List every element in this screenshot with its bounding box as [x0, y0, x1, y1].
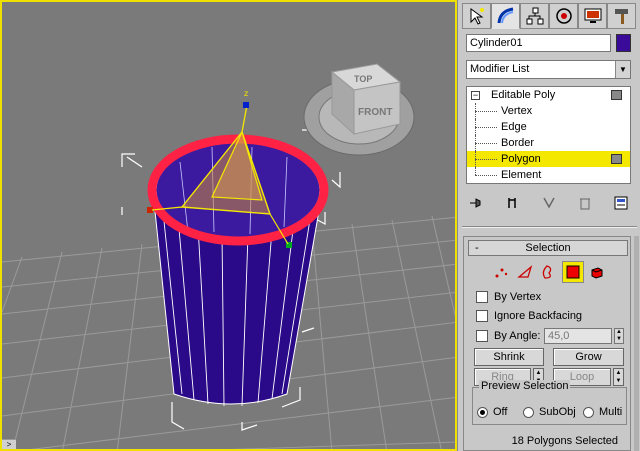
display-monitor-icon	[584, 8, 601, 23]
element-level-button[interactable]	[586, 261, 608, 283]
edge-level-button[interactable]	[514, 261, 536, 283]
pointer-star-icon	[470, 8, 484, 25]
modify-arc-icon	[497, 7, 513, 24]
polygon-icon	[566, 265, 580, 279]
checkbox-label: Ignore Backfacing	[494, 310, 583, 322]
vertex-level-button[interactable]	[490, 261, 512, 283]
subobject-level-buttons	[490, 261, 610, 283]
radio-label: SubObj	[539, 406, 576, 418]
remove-modifier-button[interactable]	[575, 193, 595, 213]
selection-rollout: - Selection By Vertex Ignore Backfacing …	[463, 236, 631, 451]
stack-item-vertex[interactable]: Vertex	[467, 103, 630, 119]
command-panel-tabs	[462, 3, 638, 29]
stack-item-label: Element	[501, 169, 542, 181]
polygon-level-button[interactable]	[562, 261, 584, 283]
object-name-field[interactable]: Cylinder01	[466, 34, 611, 52]
show-end-result-button[interactable]	[502, 193, 522, 213]
checkbox-box[interactable]	[476, 310, 488, 322]
motion-circle-icon	[555, 8, 572, 24]
modifier-list-label: Modifier List	[470, 63, 530, 75]
selection-status: 18 Polygons Selected	[511, 435, 618, 447]
rollout-collapse-icon[interactable]: -	[475, 241, 479, 255]
command-panel: Cylinder01 Modifier List ▼ − Editable Po…	[457, 0, 640, 451]
make-unique-icon	[542, 197, 555, 209]
z-axis-label: z	[244, 89, 248, 98]
stack-item-label: Vertex	[501, 105, 533, 117]
stack-item-label: Editable Poly	[491, 89, 556, 101]
selection-rollout-header[interactable]: - Selection	[468, 240, 628, 256]
by-vertex-checkbox[interactable]: By Vertex	[476, 289, 541, 305]
configure-icon	[614, 196, 628, 210]
modifier-list-dropdown[interactable]: Modifier List ▼	[466, 60, 631, 79]
object-color-swatch[interactable]	[616, 34, 631, 52]
border-icon	[542, 265, 552, 279]
stack-item-border[interactable]: Border	[467, 135, 630, 151]
preview-multi-radio[interactable]: Multi	[583, 406, 622, 418]
radio-button[interactable]	[523, 406, 534, 418]
checkbox-label: By Angle:	[494, 330, 541, 342]
element-cube-icon	[591, 267, 603, 279]
radio-label: Off	[493, 406, 508, 418]
preview-selection-title: Preview Selection	[479, 380, 571, 392]
trash-icon	[579, 198, 590, 210]
create-tab[interactable]	[462, 3, 491, 29]
panel-scrollbar[interactable]	[634, 236, 639, 451]
stack-item-polygon[interactable]: Polygon	[467, 151, 630, 167]
shrink-button[interactable]: Shrink	[474, 348, 544, 366]
stack-toggle-icon[interactable]	[611, 90, 622, 100]
pin-icon	[470, 198, 481, 208]
stack-item-element[interactable]: Element	[467, 167, 630, 183]
panel-divider	[462, 226, 637, 228]
chevron-down-icon[interactable]: ▼	[615, 61, 630, 78]
ignore-backfacing-checkbox[interactable]: Ignore Backfacing	[476, 308, 582, 324]
modify-tab[interactable]	[491, 3, 520, 29]
hammer-icon	[614, 9, 628, 24]
preview-subobj-radio[interactable]: SubObj	[523, 406, 576, 418]
configure-modifier-sets-button[interactable]	[611, 193, 631, 213]
collapse-icon[interactable]: −	[471, 91, 480, 100]
stack-item-label: Polygon	[501, 153, 541, 165]
angle-spinner[interactable]: ▲ ▼	[614, 328, 624, 344]
viewport-bottom-arrow[interactable]: >	[2, 439, 16, 449]
viewcube[interactable]: TOP FRONT	[303, 63, 415, 156]
checkbox-label: By Vertex	[494, 291, 542, 303]
angle-input[interactable]: 45,0	[544, 328, 612, 344]
stack-item-edge[interactable]: Edge	[467, 119, 630, 135]
preview-off-radio[interactable]: Off	[477, 406, 507, 418]
stack-toolbar	[466, 192, 631, 214]
checkbox-box[interactable]	[476, 291, 488, 303]
perspective-viewport[interactable]: z TOP FRONT >	[0, 0, 457, 451]
pin-stack-button[interactable]	[466, 193, 486, 213]
make-unique-button[interactable]	[539, 193, 559, 213]
motion-tab[interactable]	[549, 3, 578, 29]
viewcube-front-label: FRONT	[358, 107, 392, 118]
display-tab[interactable]	[578, 3, 607, 29]
modifier-stack[interactable]: − Editable Poly Vertex Edge Border Polyg…	[466, 86, 631, 184]
hierarchy-icon	[526, 7, 543, 25]
end-result-icon	[508, 198, 516, 208]
stack-item-editable-poly[interactable]: − Editable Poly	[467, 87, 630, 103]
stack-item-label: Edge	[501, 121, 527, 133]
radio-button[interactable]	[583, 406, 594, 418]
border-level-button[interactable]	[536, 261, 558, 283]
by-angle-checkbox[interactable]: By Angle:	[476, 328, 540, 344]
vertex-icon	[495, 268, 508, 278]
radio-button[interactable]	[477, 406, 488, 418]
hierarchy-tab[interactable]	[520, 3, 549, 29]
stack-item-label: Border	[501, 137, 535, 149]
viewcube-top-label: TOP	[354, 74, 372, 84]
edge-icon	[517, 265, 533, 278]
grow-button[interactable]: Grow	[553, 348, 624, 366]
rollout-title: Selection	[525, 242, 571, 254]
viewport-scene: z TOP FRONT	[2, 63, 455, 449]
radio-label: Multi	[599, 406, 623, 418]
preview-selection-group: Preview Selection Off SubObj Multi	[472, 380, 627, 425]
checkbox-box[interactable]	[476, 330, 488, 342]
utilities-tab[interactable]	[607, 3, 636, 29]
stack-toggle-icon[interactable]	[611, 154, 622, 164]
loop-spinner[interactable]: ▲ ▼	[613, 368, 624, 386]
